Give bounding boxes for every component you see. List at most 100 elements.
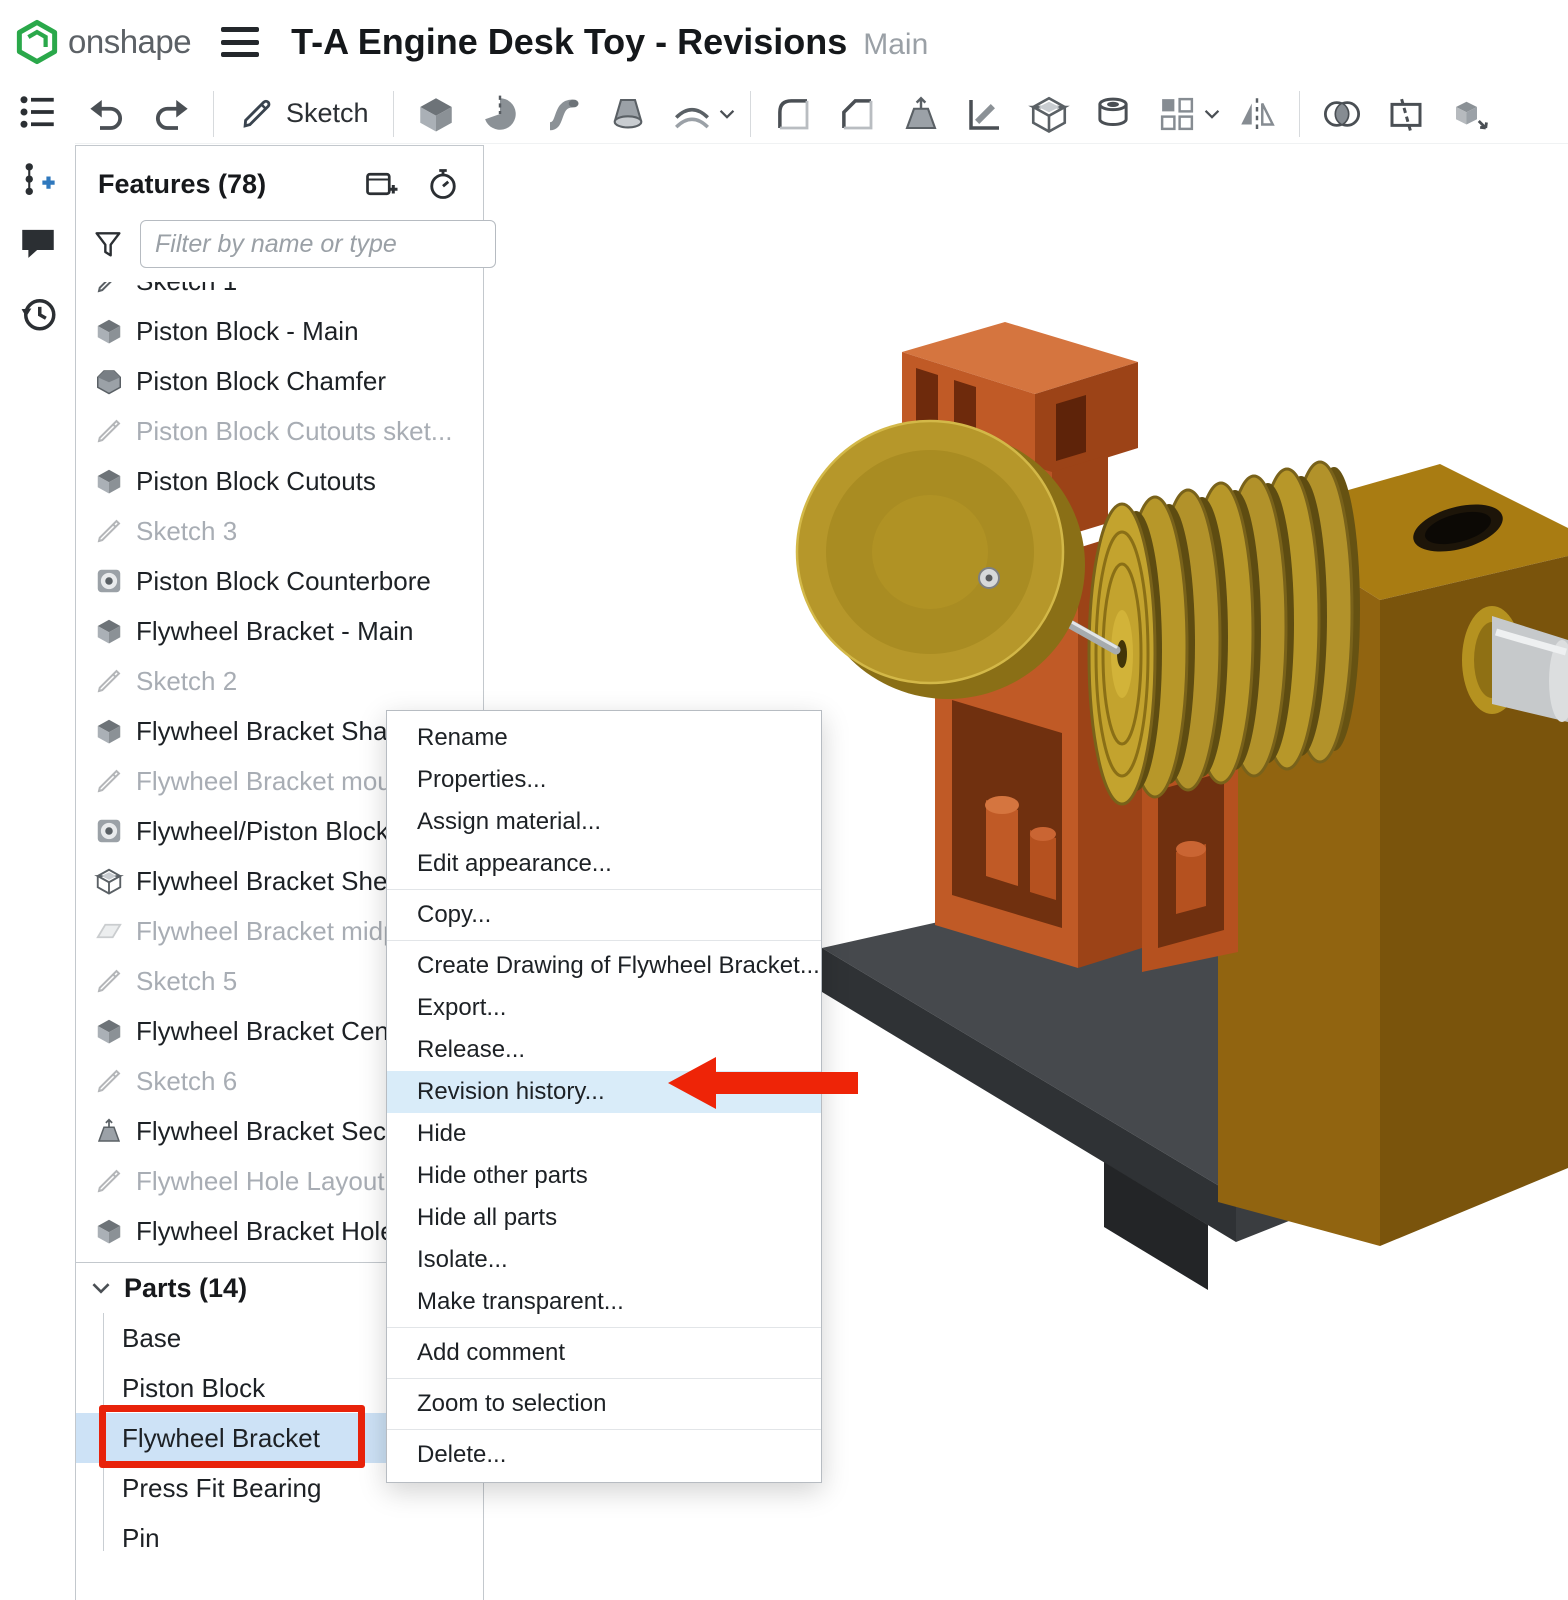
menu-item-make-transparent[interactable]: Make transparent... xyxy=(387,1281,821,1323)
parts-section-title: Parts (14) xyxy=(124,1273,247,1304)
workspace-name[interactable]: Main xyxy=(863,23,928,62)
menu-item-rename[interactable]: Rename xyxy=(387,717,821,759)
hole-button[interactable] xyxy=(1087,88,1139,140)
feature-item[interactable]: Sketch 3 xyxy=(76,506,483,556)
feature-label: Flywheel/Piston Block xyxy=(136,816,389,847)
menu-item-hide-all-parts[interactable]: Hide all parts xyxy=(387,1197,821,1239)
part-item-pin[interactable]: Pin xyxy=(76,1513,483,1563)
feature-item[interactable]: Sketch 1 xyxy=(76,282,483,306)
menu-item-release[interactable]: Release... xyxy=(387,1029,821,1071)
undo-button[interactable] xyxy=(81,88,133,140)
menu-item-export[interactable]: Export... xyxy=(387,987,821,1029)
transform-icon xyxy=(1449,93,1491,135)
toolbar-separator xyxy=(750,91,751,137)
feature-item[interactable]: Piston Block Counterbore xyxy=(76,556,483,606)
redo-button[interactable] xyxy=(145,88,197,140)
shell-button[interactable] xyxy=(1023,88,1075,140)
pulley-part-3d[interactable] xyxy=(1089,462,1360,804)
fillet-icon xyxy=(772,93,814,135)
loft-button[interactable] xyxy=(602,88,654,140)
stopwatch-icon[interactable] xyxy=(425,166,461,202)
feature-item[interactable]: Piston Block Chamfer xyxy=(76,356,483,406)
filter-funnel-icon[interactable] xyxy=(92,228,124,260)
feature-label: Piston Block Chamfer xyxy=(136,366,386,397)
feature-filter-input[interactable] xyxy=(140,220,496,268)
menu-item-delete[interactable]: Delete... xyxy=(387,1434,821,1476)
sweep-icon xyxy=(543,93,585,135)
thicken-button[interactable] xyxy=(666,88,718,140)
linear-pattern-button[interactable] xyxy=(1151,88,1203,140)
document-title: T-A Engine Desk Toy - Revisions xyxy=(291,21,847,63)
menu-item-copy[interactable]: Copy... xyxy=(387,894,821,936)
loft-icon xyxy=(607,93,649,135)
boolean-button[interactable] xyxy=(1316,88,1368,140)
draft-icon xyxy=(900,93,942,135)
sketch-icon xyxy=(94,516,124,546)
sketch-icon xyxy=(94,966,124,996)
sweep-button[interactable] xyxy=(538,88,590,140)
menu-item-add-comment[interactable]: Add comment xyxy=(387,1332,821,1374)
menu-item-edit-appearance[interactable]: Edit appearance... xyxy=(387,843,821,885)
revolve-button[interactable] xyxy=(474,88,526,140)
transform-button[interactable] xyxy=(1444,88,1496,140)
comments-panel-button[interactable] xyxy=(14,219,62,267)
menu-item-zoom-to-selection[interactable]: Zoom to selection xyxy=(387,1383,821,1425)
feature-label: Sketch 1 xyxy=(136,282,237,297)
chevron-down-icon[interactable] xyxy=(1201,103,1223,125)
mirror-icon xyxy=(1236,93,1278,135)
mate-connector-panel-button[interactable] xyxy=(14,156,62,204)
toolbar-separator xyxy=(213,91,214,137)
feature-label: Flywheel Hole Layout xyxy=(136,1166,385,1197)
fillet-button[interactable] xyxy=(767,88,819,140)
feature-item[interactable]: Piston Block - Main xyxy=(76,306,483,356)
extrude-icon xyxy=(94,616,124,646)
menu-item-create-drawing[interactable]: Create Drawing of Flywheel Bracket... xyxy=(387,945,821,987)
feature-label: Piston Block - Main xyxy=(136,316,359,347)
menu-item-isolate[interactable]: Isolate... xyxy=(387,1239,821,1281)
feature-label: Flywheel Bracket Hole xyxy=(136,1216,395,1247)
feature-list-panel-button[interactable] xyxy=(14,88,62,136)
part-label: Flywheel Bracket xyxy=(122,1423,320,1454)
toolbar-separator xyxy=(393,91,394,137)
feature-label: Flywheel Bracket mou xyxy=(136,766,392,797)
new-folder-icon[interactable] xyxy=(363,166,399,202)
hamburger-menu-icon[interactable] xyxy=(221,27,259,57)
comment-icon xyxy=(17,222,59,264)
feature-label: Flywheel Bracket Shap xyxy=(136,716,402,747)
split-button[interactable] xyxy=(1380,88,1432,140)
feature-item[interactable]: Sketch 2 xyxy=(76,656,483,706)
feature-toolbar: Sketch xyxy=(75,84,1568,144)
menu-item-revision-history[interactable]: Revision history... xyxy=(387,1071,821,1113)
sketch-icon xyxy=(94,416,124,446)
mirror-button[interactable] xyxy=(1231,88,1283,140)
chevron-down-icon[interactable] xyxy=(716,103,738,125)
extrude-icon xyxy=(415,93,457,135)
rib-button[interactable] xyxy=(959,88,1011,140)
feature-label: Flywheel Bracket Shell xyxy=(136,866,399,897)
draft-button[interactable] xyxy=(895,88,947,140)
pattern-icon xyxy=(1156,93,1198,135)
thicken-icon xyxy=(671,93,713,135)
extrude-icon xyxy=(94,1216,124,1246)
feature-item[interactable]: Piston Block Cutouts xyxy=(76,456,483,506)
undo-icon xyxy=(86,93,128,135)
history-panel-button[interactable] xyxy=(14,289,62,337)
menu-item-assign-material[interactable]: Assign material... xyxy=(387,801,821,843)
part-label: Piston Block xyxy=(122,1373,265,1404)
menu-item-hide-other-parts[interactable]: Hide other parts xyxy=(387,1155,821,1197)
extrude-button[interactable] xyxy=(410,88,462,140)
menu-item-properties[interactable]: Properties... xyxy=(387,759,821,801)
menu-item-hide[interactable]: Hide xyxy=(387,1113,821,1155)
sketch-button[interactable]: Sketch xyxy=(238,95,369,133)
logo-text: onshape xyxy=(68,23,191,61)
menu-divider xyxy=(387,889,821,890)
feature-item[interactable]: Piston Block Cutouts sket... xyxy=(76,406,483,456)
feature-label: Piston Block Counterbore xyxy=(136,566,431,597)
feature-item[interactable]: Flywheel Bracket - Main xyxy=(76,606,483,656)
pencil-icon xyxy=(238,95,276,133)
sketch-icon xyxy=(94,1166,124,1196)
rib-icon xyxy=(964,93,1006,135)
feature-label: Flywheel Bracket - Main xyxy=(136,616,413,647)
chamfer-button[interactable] xyxy=(831,88,883,140)
chamfer-icon xyxy=(836,93,878,135)
